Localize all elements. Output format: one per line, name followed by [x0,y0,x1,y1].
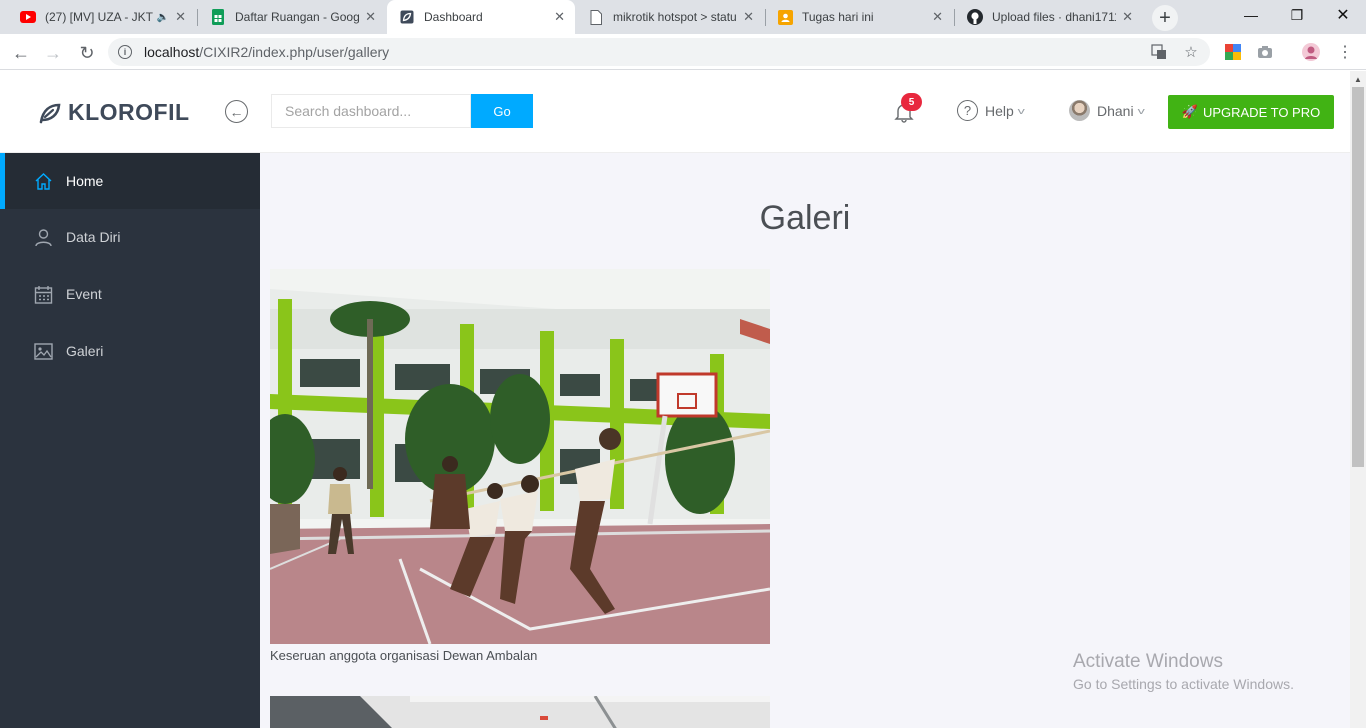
calendar-icon [34,285,53,304]
close-window-button[interactable]: ✕ [1320,0,1366,30]
question-circle-icon: ? [957,100,978,121]
tab-title: mikrotik hotspot > status [613,10,738,24]
browser-tab-bar: (27) [MV] UZA - JKT48 🔈 ✕ Daftar Ruangan… [0,0,1366,34]
sidebar-item-home[interactable]: Home [0,153,260,209]
reload-icon[interactable]: ↻ [74,40,100,66]
sidebar-item-label: Galeri [66,343,104,359]
search-go-button[interactable]: Go [471,94,533,128]
profile-avatar[interactable] [1302,43,1320,61]
sidebar-toggle-arrow-icon[interactable]: ← [225,100,248,123]
sheets-icon [210,9,226,25]
gallery-caption: Keseruan anggota organisasi Dewan Ambala… [270,648,538,663]
search-input[interactable]: Search dashboard... [271,94,471,128]
help-menu[interactable]: ? Help v [957,100,1025,121]
windows-activation-title: Activate Windows [1073,651,1223,672]
brand-name: KLOROFIL [68,99,190,125]
url-host: localhost [144,44,200,60]
minimize-button[interactable]: — [1228,0,1274,30]
url-path: /CIXIR2/index.php/user/gallery [199,44,390,60]
brand-logo[interactable]: KLOROFIL [38,99,190,126]
classroom-icon [777,9,793,25]
new-tab-button[interactable]: + [1152,5,1178,31]
user-name: Dhani [1097,102,1134,119]
tab-title: (27) [MV] UZA - JKT48 [45,10,153,24]
windows-activation-text: Go to Settings to activate Windows. [1073,676,1294,692]
bookmark-star-icon[interactable]: ☆ [1182,43,1200,61]
browser-tab-dashboard[interactable]: Dashboard ✕ [387,0,575,34]
address-bar[interactable]: i localhost/CIXIR2/index.php/user/galler… [108,38,1210,66]
scrollbar-thumb[interactable] [1352,87,1364,467]
github-icon [967,9,983,25]
browser-tab-mikrotik[interactable]: mikrotik hotspot > status ✕ [576,0,764,34]
home-icon [34,172,53,191]
leaf-icon [399,9,415,25]
gallery-photo[interactable] [270,269,770,644]
browser-toolbar: ← → ↻ i localhost/CIXIR2/index.php/user/… [0,34,1366,70]
browser-tab-youtube[interactable]: (27) [MV] UZA - JKT48 🔈 ✕ [8,0,196,34]
close-tab-icon[interactable]: ✕ [932,9,943,25]
back-arrow-icon[interactable]: ← [8,40,34,66]
tab-title: Daftar Ruangan - Google Sheets [235,10,360,24]
close-tab-icon[interactable]: ✕ [743,9,754,25]
sidebar-item-galeri[interactable]: Galeri [0,323,260,379]
browser-tab-classroom[interactable]: Tugas hari ini ✕ [765,0,953,34]
document-icon [588,9,604,25]
leaf-icon [39,103,61,123]
chevron-down-icon: v [1017,105,1025,116]
sidebar-item-data-diri[interactable]: Data Diri [0,209,260,265]
browser-tab-github[interactable]: Upload files · dhani1711 ✕ [955,0,1143,34]
info-icon[interactable]: i [118,45,132,59]
sidebar: Home Data Diri Event Galeri [0,153,260,728]
image-icon [34,342,53,361]
tab-title: Upload files · dhani1711 [992,10,1117,24]
upgrade-label: UPGRADE TO PRO [1202,104,1321,120]
tab-title: Dashboard [424,10,483,24]
chevron-down-icon: v [1137,105,1145,116]
scroll-up-arrow-icon[interactable]: ▲ [1354,75,1362,84]
user-menu[interactable]: Dhani v [1069,100,1145,121]
user-avatar [1069,100,1090,121]
help-label: Help [985,102,1014,119]
app-header: KLOROFIL ← Search dashboard... Go 5 ? He… [0,71,1350,153]
translate-icon[interactable] [1150,43,1168,61]
close-tab-icon[interactable]: ✕ [365,9,376,25]
speaker-icon: 🔈 [156,11,170,23]
browser-tab-sheets[interactable]: Daftar Ruangan - Google Sheets ✕ [198,0,386,34]
sidebar-item-label: Data Diri [66,229,121,245]
youtube-icon [20,9,36,25]
user-icon [34,228,53,247]
upgrade-button[interactable]: 🚀 UPGRADE TO PRO [1168,95,1334,129]
menu-dots-icon[interactable]: ⋮ [1336,43,1354,61]
extension-icon[interactable] [1224,43,1242,61]
page-scrollbar[interactable]: ▲ [1350,71,1366,728]
sidebar-item-event[interactable]: Event [0,266,260,322]
restore-button[interactable]: ❐ [1274,0,1320,30]
page-title: Galeri [759,199,851,237]
tab-title: Tugas hari ini [802,10,874,24]
main-content: Galeri Keseruan anggota organisasi Dewan… [260,153,1350,728]
rocket-icon: 🚀 [1181,104,1198,119]
close-tab-icon[interactable]: ✕ [1122,9,1133,25]
camera-icon[interactable] [1256,43,1274,61]
sidebar-item-label: Home [66,173,104,189]
notification-badge: 5 [901,93,922,111]
gallery-photo[interactable] [270,696,770,728]
close-tab-icon[interactable]: ✕ [175,9,186,25]
sidebar-item-label: Event [66,286,102,302]
forward-arrow-icon[interactable]: → [40,40,66,66]
close-tab-icon[interactable]: ✕ [554,9,565,25]
